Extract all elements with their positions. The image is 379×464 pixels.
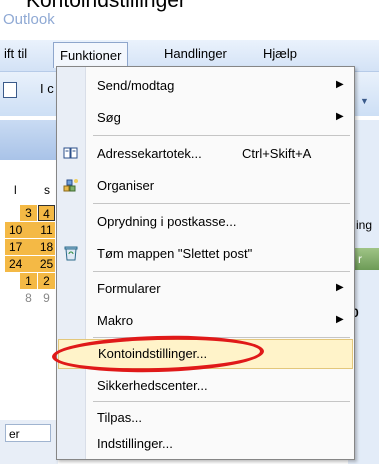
- calendar-day[interactable]: 18: [38, 239, 55, 255]
- menu-separator: [93, 203, 350, 204]
- menu-item-send-modtag[interactable]: Send/modtag ▶: [57, 71, 354, 101]
- menu-funktioner[interactable]: Funktioner: [53, 42, 129, 68]
- menu-item-sikkerhedscenter[interactable]: Sikkerhedscenter...: [57, 371, 354, 401]
- menu-item-indstillinger[interactable]: Indstillinger...: [57, 429, 354, 459]
- menu-item-label: Formularer: [97, 281, 161, 296]
- calendar-day[interactable]: 17: [5, 239, 39, 255]
- app-title: Outlook: [3, 11, 55, 28]
- menu-item-organiser[interactable]: Organiser: [57, 171, 354, 201]
- calendar-day[interactable]: 8: [20, 290, 37, 306]
- menu-item-label: Tilpas...: [97, 410, 143, 425]
- calendar-day[interactable]: 4: [38, 205, 55, 221]
- organize-icon: [63, 177, 79, 193]
- menu-item-label: Adressekartotek...: [97, 146, 202, 161]
- menu-separator: [93, 271, 350, 272]
- submenu-arrow-icon: ▶: [336, 79, 344, 90]
- calendar-day[interactable]: 3: [20, 205, 37, 221]
- calendar-day[interactable]: 10: [5, 222, 39, 238]
- calendar-day[interactable]: 25: [38, 256, 55, 272]
- menu-item-oprydning[interactable]: Oprydning i postkasse...: [57, 207, 354, 237]
- menu-item-shortcut: Ctrl+Skift+A: [242, 146, 312, 161]
- calendar-day[interactable]: 24: [5, 256, 39, 272]
- calendar-day-header: l: [14, 183, 17, 197]
- menu-item-label: Søg: [97, 110, 121, 125]
- menu-item-label: Organiser: [97, 178, 155, 193]
- calendar-icon[interactable]: [3, 82, 17, 98]
- calendar-day[interactable]: 11: [38, 222, 55, 238]
- menu-hjaelp[interactable]: Hjælp: [263, 46, 297, 61]
- menu-item-toem-mappen[interactable]: Tøm mappen "Slettet post": [57, 239, 354, 269]
- menu-item-label: Indstillinger...: [97, 436, 173, 451]
- calendar-day[interactable]: 2: [38, 273, 55, 289]
- funktioner-dropdown-menu: Send/modtag ▶ Søg ▶ Adressekartotek... C…: [56, 66, 355, 460]
- submenu-arrow-icon: ▶: [336, 314, 344, 325]
- menu-item-soeg[interactable]: Søg ▶: [57, 103, 354, 133]
- menu-item-label: Tøm mappen "Slettet post": [97, 246, 253, 261]
- nav-panel-input[interactable]: er: [5, 424, 51, 442]
- mini-calendar: l s 3 4 10 11 17 18 24 25 1 2 8 9: [0, 160, 58, 340]
- calendar-day-header: s: [44, 183, 50, 197]
- menu-separator: [93, 135, 350, 136]
- submenu-arrow-icon: ▶: [336, 282, 344, 293]
- reading-pane-label: ing: [356, 218, 373, 232]
- chevron-down-icon[interactable]: ▼: [360, 96, 369, 106]
- menu-item-label: Oprydning i postkasse...: [97, 214, 237, 229]
- calendar-day[interactable]: 9: [38, 290, 55, 306]
- menu-file-partial[interactable]: ift til: [4, 46, 27, 61]
- menu-item-label: Makro: [97, 313, 134, 328]
- calendar-day[interactable]: 1: [20, 273, 37, 289]
- submenu-arrow-icon: ▶: [336, 111, 344, 122]
- reading-pane-tab-label: r: [358, 252, 362, 266]
- toolbar: I c: [0, 72, 60, 116]
- menu-separator: [93, 401, 350, 402]
- menu-item-formularer[interactable]: Formularer ▶: [57, 274, 354, 304]
- toolbar-text[interactable]: I c: [40, 81, 54, 96]
- menu-handlinger[interactable]: Handlinger: [164, 46, 227, 61]
- menu-item-adressekartotek[interactable]: Adressekartotek... Ctrl+Skift+A: [57, 139, 354, 169]
- address-book-icon: [63, 145, 79, 161]
- recycle-bin-icon: [63, 245, 79, 261]
- menu-item-label: Sikkerhedscenter...: [97, 378, 208, 393]
- nav-panel-header: [0, 120, 58, 160]
- menu-item-makro[interactable]: Makro ▶: [57, 306, 354, 336]
- menu-item-label: Send/modtag: [97, 78, 175, 93]
